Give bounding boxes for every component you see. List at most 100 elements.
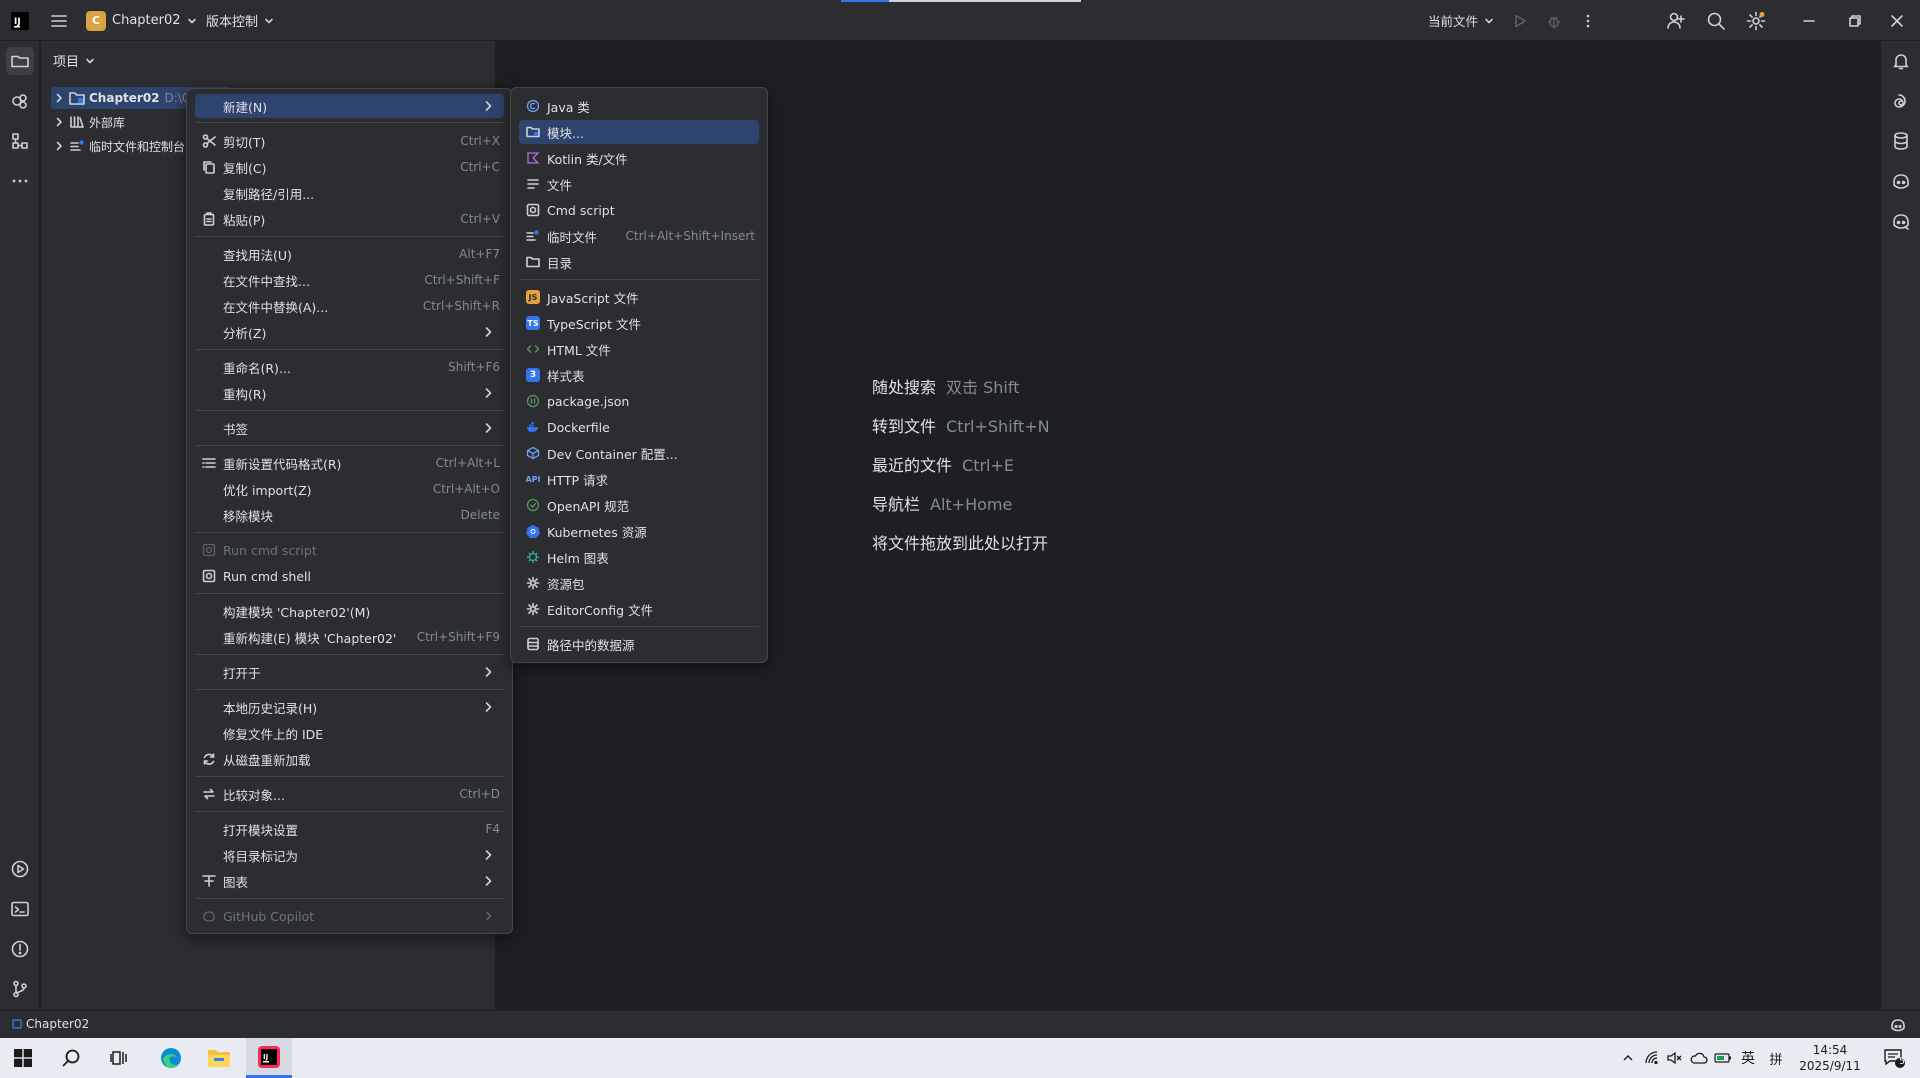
menu-item-optimize-imports[interactable]: 优化 import(Z) Ctrl+Alt+O [195,477,504,501]
battery-status[interactable] [1712,1038,1734,1078]
copilot-agent-button[interactable] [1887,207,1915,235]
close-window-button[interactable] [1874,0,1920,41]
project-switcher[interactable]: C Chapter02 [86,0,197,41]
taskbar-file-explorer[interactable] [196,1038,242,1078]
new-file[interactable]: 文件 [519,172,759,196]
copilot-chat-button[interactable] [1887,167,1915,195]
main-menu-button[interactable] [44,0,74,41]
run-button[interactable] [1508,0,1532,41]
menu-item-repair-ide[interactable]: 修复文件上的 IDE [195,721,504,745]
menu-item-bookmarks[interactable]: 书签 [195,416,504,440]
new-typescript-file[interactable]: TS TypeScript 文件 [519,311,759,335]
vcs-menu[interactable]: 版本控制 [206,0,274,41]
terminal-tool-button[interactable] [6,895,34,923]
new-datasource-in-path[interactable]: 路径中的数据源 [519,632,759,656]
taskbar-intellij[interactable]: IJ [246,1038,292,1078]
menu-item-reload-from-disk[interactable]: 从磁盘重新加载 [195,747,504,771]
structure-icon [12,133,28,149]
services-tool-button[interactable] [6,87,34,115]
new-javascript-file[interactable]: JS JavaScript 文件 [519,285,759,309]
structure-tool-button[interactable] [6,127,34,155]
menu-item-compare-with[interactable]: 比较对象... Ctrl+D [195,782,504,806]
menu-item-new[interactable]: 新建(N) [195,94,504,118]
menu-item-cut[interactable]: 剪切(T) Ctrl+X [195,129,504,153]
new-dev-container-config[interactable]: Dev Container 配置... [519,441,759,465]
settings-button[interactable] [1742,0,1770,41]
tree-item-scratches[interactable]: 临时文件和控制台 [51,135,185,157]
tree-item-external-libraries[interactable]: 外部库 [51,111,125,133]
new-dockerfile[interactable]: Dockerfile [519,415,759,439]
menu-item-mark-directory-as[interactable]: 将目录标记为 [195,843,504,867]
menu-item-rename[interactable]: 重命名(R)... Shift+F6 [195,355,504,379]
new-html-file[interactable]: HTML 文件 [519,337,759,361]
menu-separator [195,776,504,777]
menu-item-remove-module[interactable]: 移除模块 Delete [195,503,504,527]
git-tool-button[interactable] [6,975,34,1003]
new-scratch-file[interactable]: 临时文件 Ctrl+Alt+Shift+Insert [519,224,759,248]
show-hidden-icons-button[interactable] [1618,1038,1638,1078]
problems-tool-button[interactable] [6,935,34,963]
menu-item-rebuild-module[interactable]: 重新构建(E) 模块 'Chapter02' Ctrl+Shift+F9 [195,625,504,649]
run-config-selector[interactable]: 当前文件 [1428,0,1494,41]
new-cmd-script[interactable]: Cmd script [519,198,759,222]
new-module[interactable]: 模块... [519,120,759,144]
task-view-button[interactable] [96,1038,142,1078]
project-view-selector[interactable]: 项目 [53,51,95,70]
menu-item-paste[interactable]: 粘贴(P) Ctrl+V [195,207,504,231]
new-stylesheet[interactable]: 3 样式表 [519,363,759,387]
kotlin-icon [525,150,541,166]
menu-item-open-in[interactable]: 打开于 [195,660,504,684]
new-helm-chart[interactable]: Helm 图表 [519,545,759,569]
menu-item-local-history[interactable]: 本地历史记录(H) [195,695,504,719]
menu-item-copy-path[interactable]: 复制路径/引用... [195,181,504,205]
notifications-button[interactable] [1887,47,1915,75]
new-http-request[interactable]: API HTTP 请求 [519,467,759,491]
minimize-button[interactable] [1786,0,1832,41]
ime-mode[interactable]: 拼 [1764,1038,1788,1078]
more-tool-windows-button[interactable] [6,167,34,195]
clock[interactable]: 14:54 2025/9/11 [1790,1038,1870,1078]
project-tool-button[interactable] [6,47,34,75]
clock-date: 2025/9/11 [1799,1059,1861,1073]
menu-item-shortcut: Alt+F7 [459,247,500,261]
menu-item-reformat-code[interactable]: 重新设置代码格式(R) Ctrl+Alt+L [195,451,504,475]
database-tool-button[interactable] [1887,127,1915,155]
menu-item-module-settings[interactable]: 打开模块设置 F4 [195,817,504,841]
code-with-me-button[interactable] [1662,0,1690,41]
menu-item-run-cmd-shell[interactable]: Run cmd shell [195,564,504,588]
ai-assistant-button[interactable] [1887,87,1915,115]
new-editorconfig-file[interactable]: EditorConfig 文件 [519,597,759,621]
new-java-class[interactable]: Java 类 [519,94,759,118]
volume-status[interactable] [1664,1038,1684,1078]
menu-item-find-in-files[interactable]: 在文件中查找... Ctrl+Shift+F [195,268,504,292]
start-button[interactable] [0,1038,46,1078]
search-everywhere-button[interactable] [1702,0,1730,41]
copilot-status-button[interactable] [1890,1017,1906,1033]
new-package-json[interactable]: package.json [519,389,759,413]
ime-language[interactable]: 英 [1736,1038,1760,1078]
new-openapi-spec[interactable]: OpenAPI 规范 [519,493,759,517]
new-kubernetes-resource[interactable]: Kubernetes 资源 [519,519,759,543]
menu-item-copy[interactable]: 复制(C) Ctrl+C [195,155,504,179]
new-directory[interactable]: 目录 [519,250,759,274]
action-center-button[interactable]: 5 [1874,1038,1914,1078]
helm-icon [525,549,541,565]
taskbar-search-button[interactable] [48,1038,94,1078]
taskbar-edge[interactable] [148,1038,194,1078]
new-kotlin-file[interactable]: Kotlin 类/文件 [519,146,759,170]
restore-button[interactable] [1832,0,1878,41]
breadcrumb[interactable]: Chapter02 [12,1017,89,1031]
onedrive-status[interactable] [1688,1038,1710,1078]
new-resource-bundle[interactable]: 资源包 [519,571,759,595]
menu-item-diagrams[interactable]: 图表 [195,869,504,893]
run-tool-button[interactable] [6,855,34,883]
menu-item-refactor[interactable]: 重构(R) [195,381,504,405]
menu-item-analyze[interactable]: 分析(Z) [195,320,504,344]
menu-item-find-usages[interactable]: 查找用法(U) Alt+F7 [195,242,504,266]
cmd-icon [201,568,217,584]
menu-item-build-module[interactable]: 构建模块 'Chapter02'(M) [195,599,504,623]
more-actions-button[interactable] [1576,0,1600,41]
menu-item-replace-in-files[interactable]: 在文件中替换(A)... Ctrl+Shift+R [195,294,504,318]
debug-button[interactable] [1542,0,1566,41]
network-status[interactable] [1642,1038,1662,1078]
